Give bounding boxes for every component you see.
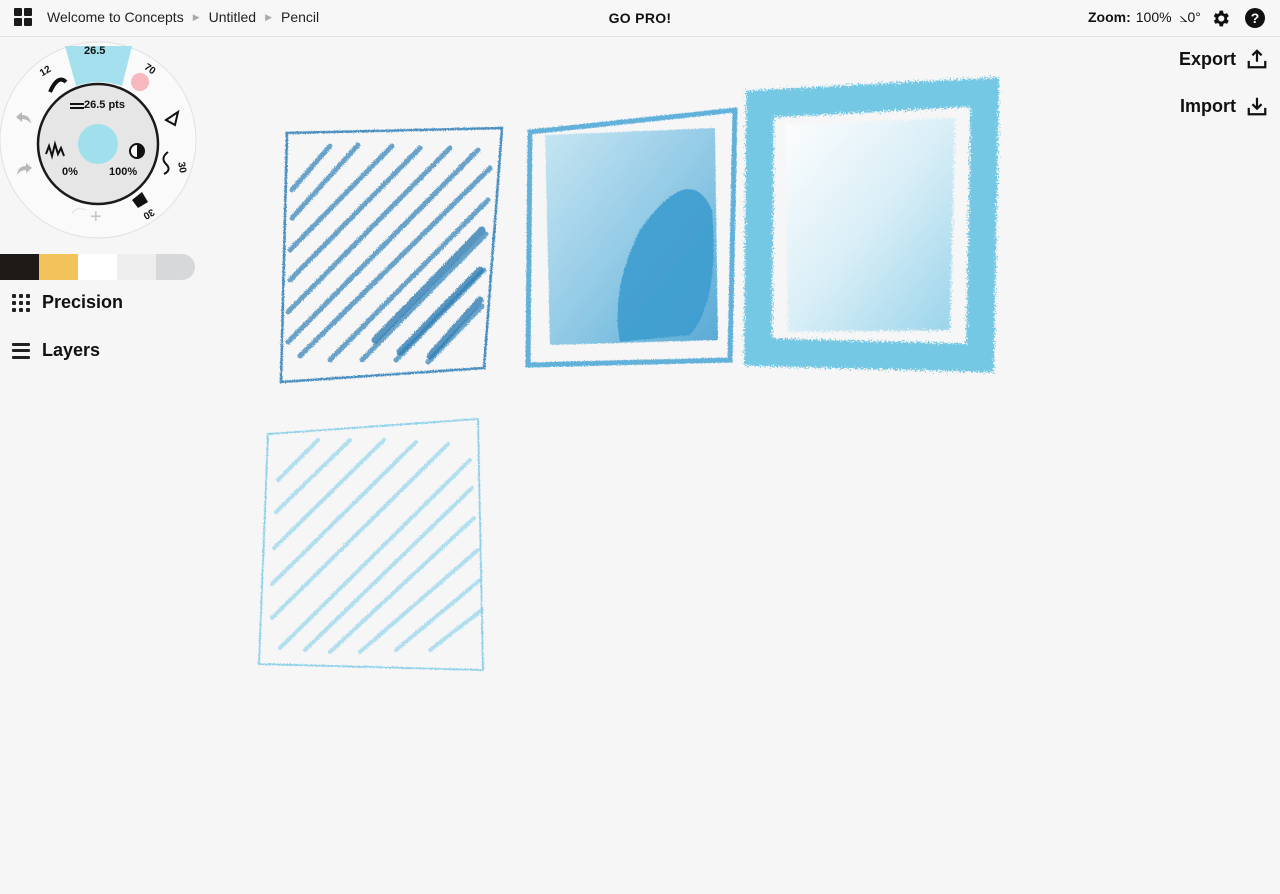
sketch-square-2 (525, 107, 738, 368)
help-icon[interactable]: ? (1245, 8, 1265, 28)
breadcrumb-home[interactable]: Welcome to Concepts (47, 9, 184, 25)
zoom-label: Zoom: (1088, 9, 1131, 25)
gear-icon[interactable] (1210, 8, 1231, 29)
go-pro-button[interactable]: GO PRO! (609, 10, 672, 26)
breadcrumb-tool[interactable]: Pencil (281, 9, 319, 25)
breadcrumb-separator-icon: ▶ (192, 11, 200, 22)
breadcrumb: Welcome to Concepts ▶ Untitled ▶ Pencil (14, 8, 319, 26)
grid-icon[interactable] (14, 8, 32, 26)
sketch-square-1 (279, 126, 504, 384)
rotation-value: ⦣0° (1179, 9, 1201, 25)
breadcrumb-separator-icon: ▶ (265, 11, 273, 22)
zoom-value: 100% (1135, 9, 1172, 25)
breadcrumb-document[interactable]: Untitled (209, 9, 256, 25)
top-bar: Welcome to Concepts ▶ Untitled ▶ Pencil … (0, 0, 1280, 37)
sketch-square-3 (743, 77, 1000, 373)
zoom-readout[interactable]: Zoom: 100% ⦣0° (1088, 9, 1201, 26)
sketch-square-4 (258, 418, 484, 671)
drawing-canvas[interactable] (0, 37, 1280, 894)
